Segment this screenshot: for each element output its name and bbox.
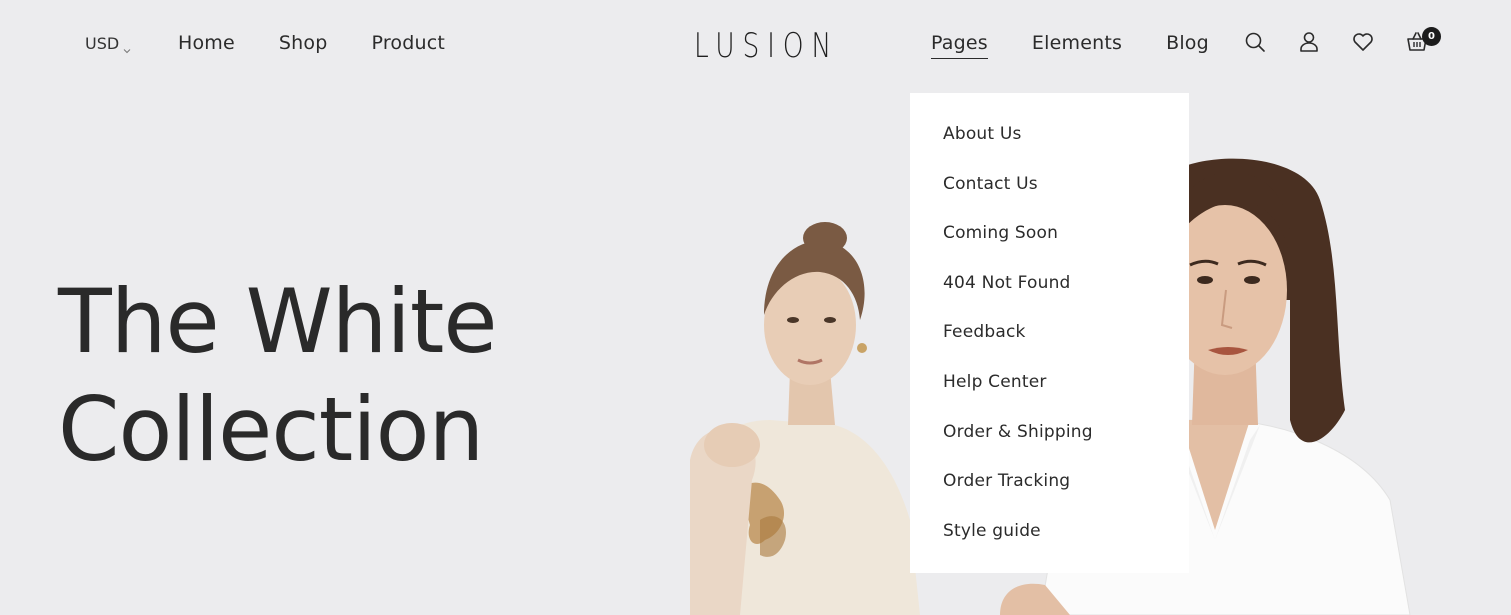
chevron-down-icon — [123, 40, 131, 53]
dropdown-item-order-tracking[interactable]: Order Tracking — [910, 463, 1189, 513]
user-icon[interactable] — [1297, 30, 1321, 54]
hero-title-line-1: The White — [58, 270, 498, 373]
cart-icon[interactable]: 0 — [1405, 27, 1441, 54]
dropdown-item-help-center[interactable]: Help Center — [910, 364, 1189, 414]
page: USD Home Shop Product LUSION Pages Eleme… — [0, 0, 1511, 615]
nav-blog[interactable]: Blog — [1166, 32, 1209, 59]
dropdown-item-about-us[interactable]: About Us — [910, 116, 1189, 166]
cart-count-badge: 0 — [1422, 27, 1441, 46]
pages-dropdown-menu: About Us Contact Us Coming Soon 404 Not … — [910, 93, 1189, 573]
site-logo[interactable]: LUSION — [694, 26, 839, 66]
heart-icon[interactable] — [1351, 30, 1375, 54]
primary-nav-right: Pages Elements Blog — [931, 32, 1209, 59]
hero-model-image-left — [660, 220, 920, 615]
dropdown-item-coming-soon[interactable]: Coming Soon — [910, 215, 1189, 265]
nav-product[interactable]: Product — [372, 32, 446, 58]
nav-pages[interactable]: Pages — [931, 32, 988, 59]
dropdown-item-order-shipping[interactable]: Order & Shipping — [910, 414, 1189, 464]
currency-label: USD — [85, 34, 120, 53]
primary-nav-left: Home Shop Product — [178, 32, 445, 58]
search-icon[interactable] — [1243, 30, 1267, 54]
site-header: USD Home Shop Product LUSION Pages Eleme… — [0, 0, 1511, 90]
header-actions: 0 — [1243, 27, 1441, 54]
nav-shop[interactable]: Shop — [279, 32, 328, 58]
nav-elements[interactable]: Elements — [1032, 32, 1122, 59]
dropdown-item-feedback[interactable]: Feedback — [910, 314, 1189, 364]
dropdown-item-style-guide[interactable]: Style guide — [910, 513, 1189, 563]
dropdown-item-404-not-found[interactable]: 404 Not Found — [910, 265, 1189, 315]
currency-selector[interactable]: USD — [85, 34, 131, 53]
dropdown-item-contact-us[interactable]: Contact Us — [910, 166, 1189, 216]
hero-title: The White Collection — [58, 268, 498, 484]
hero-title-line-2: Collection — [58, 378, 484, 481]
nav-home[interactable]: Home — [178, 32, 235, 58]
